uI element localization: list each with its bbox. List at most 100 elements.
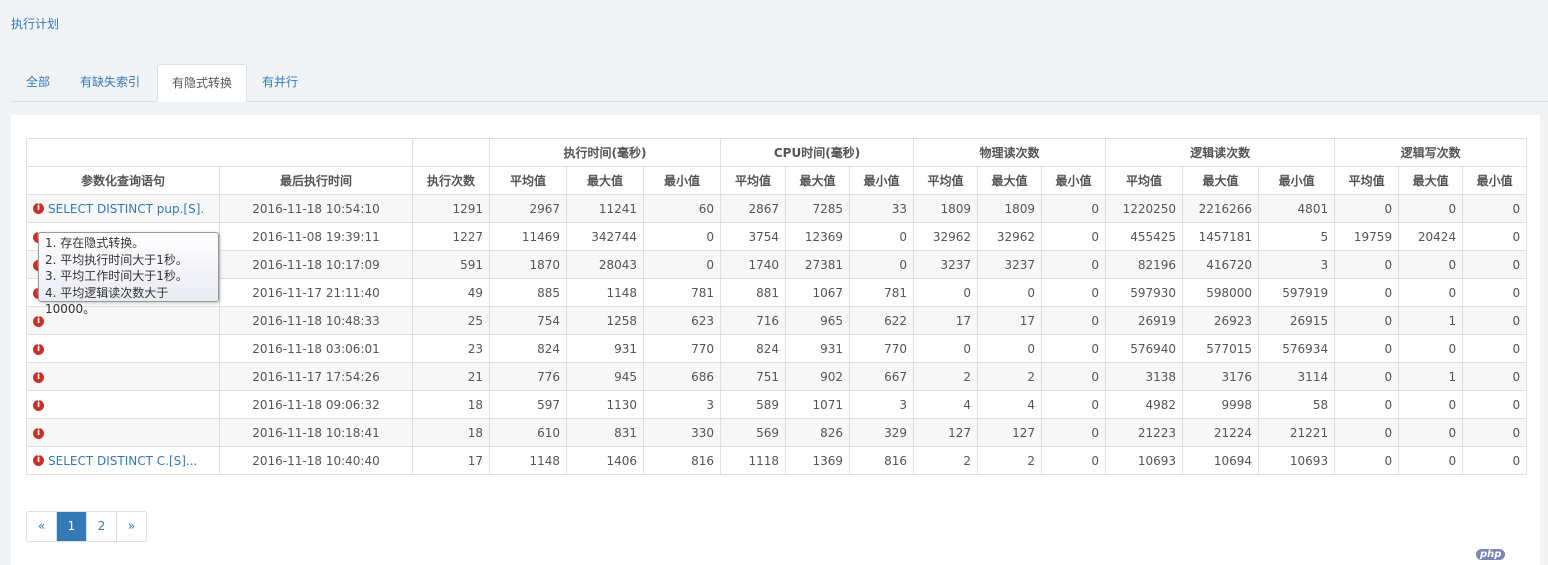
- query-link[interactable]: SELECT DISTINCT C.[S]...: [48, 454, 203, 468]
- tab-parallel[interactable]: 有并行: [248, 64, 312, 100]
- metric-cell: 0: [1398, 194, 1464, 223]
- col-header-min[interactable]: 最小值: [849, 166, 915, 195]
- metric-cell: 3176: [1182, 362, 1260, 391]
- metric-cell: 0: [1334, 250, 1400, 279]
- col-header-max[interactable]: 最大值: [977, 166, 1043, 195]
- col-header-avg[interactable]: 平均值: [489, 166, 567, 195]
- metric-cell: 754: [489, 306, 567, 335]
- metric-cell: 0: [1398, 334, 1464, 363]
- metric-cell: 1: [1398, 362, 1464, 391]
- col-header-max[interactable]: 最大值: [785, 166, 851, 195]
- metric-cell: 32962: [913, 222, 979, 251]
- col-header-min[interactable]: 最小值: [1258, 166, 1336, 195]
- metric-cell: 577015: [1182, 334, 1260, 363]
- col-header-min[interactable]: 最小值: [1041, 166, 1107, 195]
- pagination-page-2[interactable]: 2: [87, 512, 117, 541]
- query-link[interactable]: SELECT DISTINCT pup.[S]...: [48, 202, 203, 216]
- info-icon[interactable]: i: [33, 315, 44, 327]
- metric-cell: 2: [913, 362, 979, 391]
- metric-cell: 881: [720, 278, 787, 307]
- metric-cell: 716: [720, 306, 787, 335]
- metric-cell: 0: [1041, 250, 1107, 279]
- metric-cell: 2: [977, 362, 1043, 391]
- metric-cell: 1071: [785, 390, 851, 419]
- query-cell: i SELECT DISTINCT pup.[S]...: [26, 194, 220, 223]
- last-exec-cell: 2016-11-08 19:39:11: [219, 222, 413, 251]
- metric-cell: 82196: [1105, 250, 1184, 279]
- col-header-max[interactable]: 最大值: [566, 166, 644, 195]
- col-header-avg[interactable]: 平均值: [913, 166, 979, 195]
- metric-cell: 2867: [720, 194, 787, 223]
- last-exec-cell: 2016-11-17 17:54:26: [219, 362, 413, 391]
- query-cell: i: [26, 390, 220, 419]
- metric-cell: 816: [642, 446, 722, 475]
- metric-cell: 21221: [1258, 418, 1336, 447]
- metric-cell: 4801: [1258, 194, 1336, 223]
- metric-cell: 776: [489, 362, 567, 391]
- metric-cell: 0: [977, 278, 1043, 307]
- info-icon[interactable]: i: [33, 203, 44, 215]
- metric-cell: 0: [1041, 446, 1107, 475]
- metric-cell: 1406: [566, 446, 644, 475]
- tab-all[interactable]: 全部: [12, 64, 64, 100]
- header-blank: [26, 138, 413, 167]
- metric-cell: 17: [977, 306, 1043, 335]
- pagination-page-1[interactable]: 1: [57, 512, 87, 541]
- metric-cell: 2967: [489, 194, 567, 223]
- metric-cell: 1148: [489, 446, 567, 475]
- info-icon[interactable]: i: [33, 371, 44, 383]
- info-icon[interactable]: i: [33, 455, 44, 467]
- metric-cell: 27381: [785, 250, 851, 279]
- metric-cell: 0: [1334, 362, 1400, 391]
- metric-cell: 589: [720, 390, 787, 419]
- col-header-max[interactable]: 最大值: [1398, 166, 1464, 195]
- metric-cell: 598000: [1182, 278, 1260, 307]
- info-icon[interactable]: i: [33, 343, 44, 355]
- metric-cell: 1457181: [1182, 222, 1260, 251]
- metric-cell: 0: [1041, 362, 1107, 391]
- tab-missing-index[interactable]: 有缺失索引: [66, 64, 154, 100]
- metric-cell: 597919: [1258, 278, 1336, 307]
- col-header-min[interactable]: 最小值: [1462, 166, 1528, 195]
- table-row[interactable]: i 2016-11-18 10:48:33 25 754 1258 623 716 965 62…: [26, 306, 1528, 335]
- group-header-physical-reads: 物理读次数: [913, 138, 1107, 167]
- table-row[interactable]: i SELECT DISTINCT pup.[S]... 2016-11-18 10…: [26, 194, 1528, 223]
- table-row[interactable]: i 2016-11-18 10:18:41 18 610 831 330 569 826 329…: [26, 418, 1528, 447]
- metric-cell: 0: [1041, 278, 1107, 307]
- pagination-next[interactable]: »: [117, 512, 146, 541]
- col-header-last-exec[interactable]: 最后执行时间: [219, 166, 413, 195]
- table-row[interactable]: i2016-11-18 10:17:0959118702804301740273…: [26, 250, 1528, 279]
- metric-cell: 0: [1462, 390, 1528, 419]
- table-row[interactable]: i 2016-11-18 03:06:01 23 824 931 770 824 931 770…: [26, 334, 1528, 363]
- col-header-count[interactable]: 执行次数: [412, 166, 490, 195]
- tab-implicit-conversion[interactable]: 有隐式转换: [157, 64, 248, 102]
- table-row[interactable]: i2016-11-17 21:11:4049885114878188110677…: [26, 278, 1528, 307]
- metric-cell: 0: [1398, 390, 1464, 419]
- col-header-min[interactable]: 最小值: [642, 166, 722, 195]
- metric-cell: 11241: [566, 194, 644, 223]
- exec-count-cell: 18: [412, 418, 490, 447]
- exec-count-cell: 21: [412, 362, 490, 391]
- watermark-badge: php: [1476, 549, 1506, 560]
- table-row[interactable]: i SELECT DISTINCT C.[S]... 2016-11-18 10:4…: [26, 446, 1528, 475]
- col-header-avg[interactable]: 平均值: [1105, 166, 1184, 195]
- info-icon[interactable]: i: [33, 427, 44, 439]
- metric-cell: 0: [1398, 250, 1464, 279]
- col-header-query[interactable]: 参数化查询语句: [26, 166, 220, 195]
- col-header-avg[interactable]: 平均值: [720, 166, 787, 195]
- metric-cell: 127: [977, 418, 1043, 447]
- info-icon[interactable]: i: [33, 399, 44, 411]
- tooltip-line: 4. 平均逻辑读次数大于10000。: [45, 285, 169, 317]
- col-header-avg[interactable]: 平均值: [1334, 166, 1400, 195]
- col-header-max[interactable]: 最大值: [1182, 166, 1260, 195]
- metric-cell: 3: [1258, 250, 1336, 279]
- metric-cell: 0: [849, 222, 915, 251]
- last-exec-cell: 2016-11-17 21:11:40: [219, 278, 413, 307]
- pagination-prev[interactable]: «: [27, 512, 57, 541]
- metric-cell: 0: [913, 334, 979, 363]
- metric-cell: 33: [849, 194, 915, 223]
- metric-cell: 3114: [1258, 362, 1336, 391]
- table-row[interactable]: i 2016-11-17 17:54:26 21 776 945 686 751 902 667…: [26, 362, 1528, 391]
- table-row[interactable]: i2016-11-08 19:39:1112271146934274403754…: [26, 222, 1528, 251]
- table-row[interactable]: i 2016-11-18 09:06:32 18 597 1130 3 589 1071 3 4 4…: [26, 390, 1528, 419]
